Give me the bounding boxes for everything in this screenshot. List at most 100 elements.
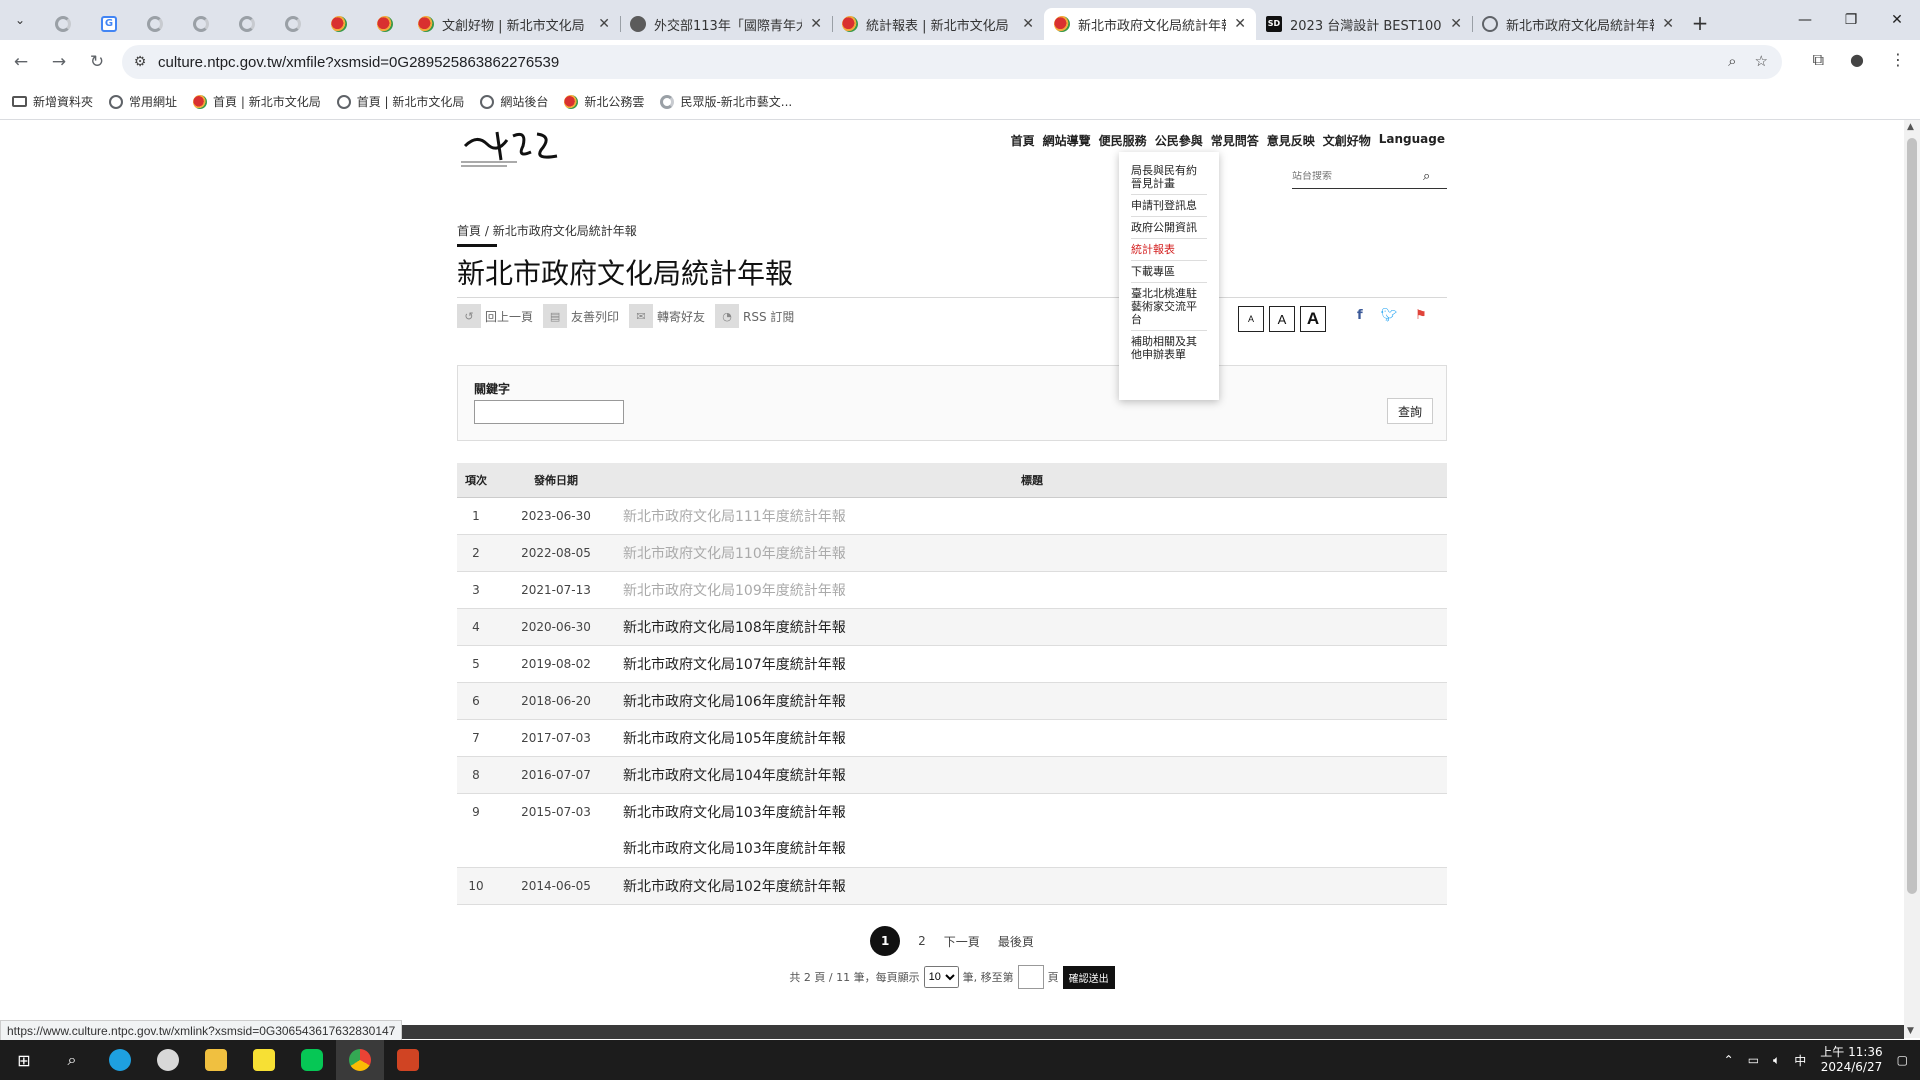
report-link[interactable]: 新北市政府文化局106年度統計年報 [617,682,1447,720]
bookmark-item[interactable]: 首頁 | 新北市文化局 [193,93,321,110]
pinned-tab[interactable] [224,8,270,40]
report-link[interactable]: 新北市政府文化局102年度統計年報 [617,867,1447,905]
scroll-down-icon[interactable]: ▼ [1907,1026,1914,1036]
clock[interactable]: 上午 11:36 2024/6/27 [1820,1045,1882,1075]
bookmark-star-icon[interactable]: ☆ [1755,52,1768,70]
facebook-icon[interactable]: f [1357,308,1363,323]
browser-tab[interactable]: 文創好物 | 新北市文化局 ✕ [408,8,620,40]
scrollbar-thumb[interactable] [1907,138,1917,894]
browser-tab[interactable]: SD 2023 台灣設計 BEST100 & ✕ [1256,8,1472,40]
pinned-tab[interactable] [178,8,224,40]
window-close-button[interactable]: ✕ [1874,0,1920,40]
chevron-up-icon[interactable]: ⌃ [1724,1053,1734,1067]
pinned-tab[interactable] [40,8,86,40]
restore-button[interactable]: ❐ [1828,0,1874,40]
search-icon[interactable]: ⌕ [48,1040,96,1080]
windows-start-icon[interactable]: ⊞ [0,1040,48,1080]
back-page-button[interactable]: ↺ 回上一頁 [457,304,533,328]
close-icon[interactable]: ✕ [1234,16,1246,32]
close-icon[interactable]: ✕ [598,16,610,32]
bookmark-item[interactable]: 新增資料夾 [12,93,93,110]
browser-tab[interactable]: 新北市政府文化局統計年報 ✕ [1472,8,1684,40]
app-icon[interactable] [144,1040,192,1080]
forward-email-button[interactable]: ✉ 轉寄好友 [629,304,705,328]
pinned-tab[interactable] [270,8,316,40]
tab-search-button[interactable]: ⌄ [0,0,40,40]
pinned-tab[interactable] [362,8,408,40]
powerpoint-icon[interactable] [384,1040,432,1080]
pinned-tab[interactable] [316,8,362,40]
file-explorer-icon[interactable] [192,1040,240,1080]
last-page-link[interactable]: 最後頁 [998,933,1034,950]
report-link[interactable]: 新北市政府文化局103年度統計年報 [617,793,1447,830]
twitter-icon[interactable]: 🐦︎ [1381,308,1398,323]
breadcrumb-home[interactable]: 首頁 [457,224,481,238]
plurk-icon[interactable]: ⚑ [1415,308,1427,323]
close-icon[interactable]: ✕ [1022,16,1034,32]
network-icon[interactable]: ▭ [1748,1053,1759,1067]
site-logo[interactable] [457,126,567,176]
report-link[interactable]: 新北市政府文化局107年度統計年報 [617,645,1447,683]
rss-button[interactable]: ◔ RSS 訂閱 [715,304,794,328]
pinned-tab[interactable] [132,8,178,40]
ime-indicator[interactable]: 中 [1794,1052,1806,1069]
pinned-tab[interactable]: G [86,8,132,40]
search-icon[interactable]: ⌕ [1423,169,1430,184]
address-bar[interactable]: ⚙ culture.ntpc.gov.tw/xmfile?xsmsid=0G28… [122,45,1782,79]
column-header[interactable]: 發佈日期 [495,463,617,498]
browser-tab[interactable]: 外交部113年「國際青年大 ✕ [620,8,832,40]
sticky-notes-icon[interactable] [240,1040,288,1080]
font-large-button[interactable]: A [1300,306,1326,332]
report-link[interactable]: 新北市政府文化局110年度統計年報 [617,534,1447,572]
notification-icon[interactable]: ▢ [1897,1053,1908,1067]
query-button[interactable]: 查詢 [1387,398,1433,424]
dropdown-item[interactable]: 申請刊登訊息 [1131,195,1207,217]
keyword-input[interactable] [474,400,624,424]
search-input[interactable] [1292,171,1417,182]
print-button[interactable]: ▤ 友善列印 [543,304,619,328]
page-current[interactable]: 1 [870,926,901,956]
font-small-button[interactable]: A [1238,306,1264,332]
bookmark-item[interactable]: 常用網址 [109,93,177,110]
zoom-icon[interactable]: ⌕ [1728,52,1736,70]
page-2-link[interactable]: 2 [918,934,926,948]
new-tab-button[interactable]: + [1684,11,1716,35]
column-header[interactable]: 標題 [617,463,1447,498]
go-to-page-input[interactable] [1017,965,1044,989]
browser-tab-active[interactable]: 新北市政府文化局統計年報 ✕ [1044,8,1256,40]
report-link[interactable]: 新北市政府文化局109年度統計年報 [617,571,1447,609]
bookmark-item[interactable]: 新北公務雲 [564,93,644,110]
font-medium-button[interactable]: A [1269,306,1295,332]
edge-icon[interactable] [96,1040,144,1080]
close-icon[interactable]: ✕ [1662,16,1674,32]
nav-language[interactable]: Language [1379,132,1445,149]
forward-button[interactable]: → [42,52,76,72]
browser-tab[interactable]: 統計報表 | 新北市文化局 ✕ [832,8,1044,40]
line-icon[interactable] [288,1040,336,1080]
dropdown-item[interactable]: 下載專區 [1131,261,1207,283]
back-button[interactable]: ← [4,52,38,72]
report-link[interactable]: 新北市政府文化局108年度統計年報 [617,608,1447,646]
next-page-link[interactable]: 下一頁 [944,933,980,950]
nav-home[interactable]: 首頁 [1011,132,1035,149]
report-link[interactable]: 新北市政府文化局111年度統計年報 [617,497,1447,535]
nav-participation[interactable]: 公民參與 [1155,132,1203,149]
nav-feedback[interactable]: 意見反映 [1267,132,1315,149]
reload-button[interactable]: ↻ [80,52,114,72]
bookmark-item[interactable]: 首頁 | 新北市文化局 [336,93,464,110]
report-link[interactable]: 新北市政府文化局105年度統計年報 [617,719,1447,757]
scroll-up-icon[interactable]: ▲ [1907,122,1914,132]
profile-icon[interactable]: ● [1850,50,1864,70]
nav-services[interactable]: 便民服務 [1099,132,1147,149]
nav-sitemap[interactable]: 網站導覽 [1043,132,1091,149]
dropdown-item[interactable]: 局長與民有約晉見計畫 [1131,160,1207,195]
volume-icon[interactable]: 🔈︎ [1773,1053,1780,1068]
dropdown-item-active[interactable]: 統計報表 [1131,239,1207,261]
url-text[interactable]: culture.ntpc.gov.tw/xmfile?xsmsid=0G2895… [158,54,559,71]
dropdown-item[interactable]: 臺北北桃進駐藝術家交流平台 [1131,283,1207,331]
extensions-icon[interactable]: ⧉ [1813,50,1824,70]
close-icon[interactable]: ✕ [810,16,822,32]
go-button[interactable]: 確認送出 [1062,965,1115,989]
report-link[interactable]: 新北市政府文化局104年度統計年報 [617,756,1447,794]
per-page-select[interactable]: 10 [923,966,959,988]
